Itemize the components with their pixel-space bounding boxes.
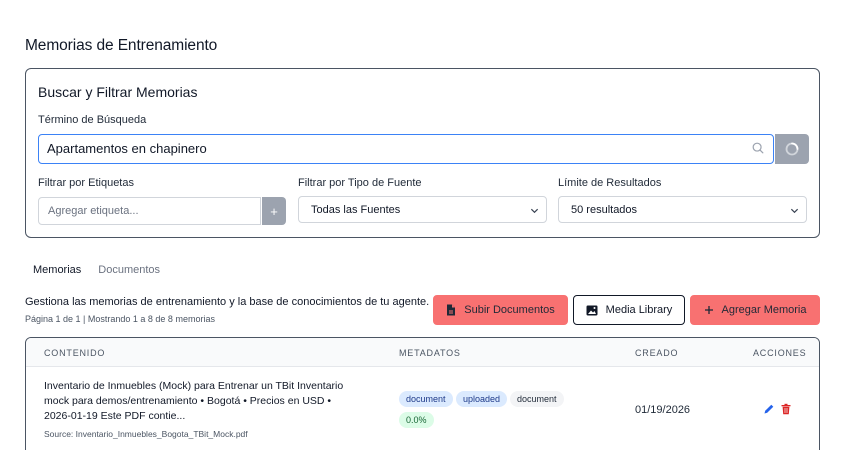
pagination-info: Página 1 de 1 | Mostrando 1 a 8 de 8 mem… [25, 314, 215, 324]
section-description: Gestiona las memorias de entrenamiento y… [25, 296, 430, 308]
source-type-select[interactable]: Todas las Fuentes [298, 196, 547, 223]
memory-source: Source: Inventario_Inmuebles_Bogota_TBit… [44, 429, 248, 439]
search-icon [752, 142, 764, 154]
search-field[interactable] [38, 134, 774, 164]
trash-icon[interactable] [780, 403, 792, 415]
document-icon [447, 304, 456, 316]
chevron-down-icon [530, 208, 539, 214]
search-filter-card: Buscar y Filtrar Memorias Término de Bús… [25, 68, 820, 238]
chevron-down-icon [790, 208, 799, 214]
page-title: Memorias de Entrenamiento [25, 37, 218, 54]
plus-icon [704, 306, 713, 314]
search-card-title: Buscar y Filtrar Memorias [38, 84, 198, 100]
tags-input[interactable] [38, 197, 261, 225]
badge-score: 0.0% [399, 412, 434, 428]
tab-documentos[interactable]: Documentos [98, 264, 160, 276]
search-input[interactable] [39, 135, 739, 162]
memories-table: CONTENIDO METADATOS CREADO ACCIONES Inve… [25, 337, 820, 450]
limit-select[interactable]: 50 resultados [558, 196, 807, 223]
memory-content: Inventario de Inmuebles (Mock) para Entr… [44, 380, 344, 422]
add-tag-button[interactable]: + [262, 197, 286, 225]
header-metadatos: METADATOS [399, 348, 461, 358]
badge-tag: document [510, 391, 564, 407]
source-type-label: Filtrar por Tipo de Fuente [298, 177, 422, 189]
source-type-value: Todas las Fuentes [311, 203, 401, 216]
media-library-button[interactable]: Media Library [573, 295, 685, 325]
tags-label: Filtrar por Etiquetas [38, 177, 134, 189]
tab-memorias[interactable]: Memorias [33, 264, 81, 276]
search-button[interactable] [775, 134, 809, 164]
pencil-icon[interactable] [763, 403, 775, 415]
add-memory-button[interactable]: Agregar Memoria [690, 295, 820, 325]
header-contenido: CONTENIDO [44, 348, 106, 358]
media-library-label: Media Library [605, 304, 673, 316]
table-header: CONTENIDO METADATOS CREADO ACCIONES [26, 338, 819, 367]
limit-value: 50 resultados [571, 203, 638, 216]
badge-source-type: document [399, 391, 453, 407]
header-creado: CREADO [635, 348, 679, 358]
spinner-icon [785, 142, 799, 156]
limit-label: Límite de Resultados [558, 177, 662, 189]
add-memory-label: Agregar Memoria [721, 304, 807, 316]
image-icon [586, 305, 598, 315]
upload-documents-button[interactable]: Subir Documentos [433, 295, 568, 325]
search-label: Término de Búsqueda [38, 114, 147, 126]
badge-status: uploaded [456, 391, 508, 407]
tabs: Memorias Documentos [33, 264, 160, 276]
upload-documents-label: Subir Documentos [464, 304, 555, 316]
header-acciones: ACCIONES [753, 348, 807, 358]
memory-created-date: 01/19/2026 [635, 404, 691, 416]
